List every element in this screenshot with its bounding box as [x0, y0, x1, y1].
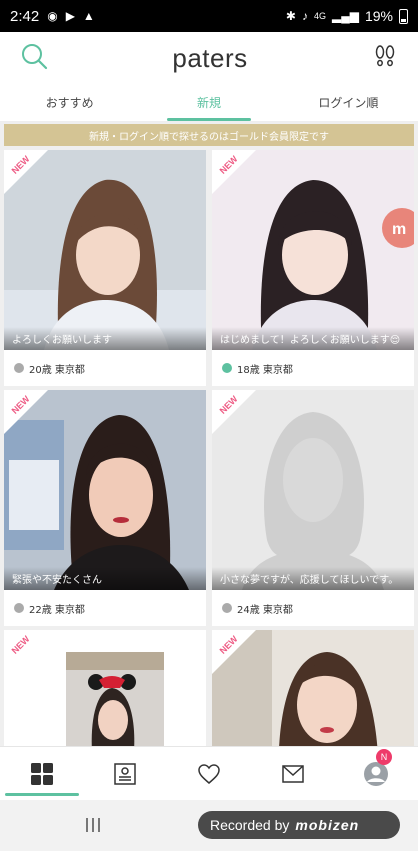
notification-icon: ◉ — [47, 9, 58, 23]
profile-card-icon — [114, 762, 137, 785]
nav-board[interactable] — [84, 747, 168, 800]
recorder-text: Recorded by — [210, 817, 290, 833]
heart-icon — [198, 763, 220, 784]
youtube-icon: ▶ — [65, 9, 75, 23]
user-card[interactable]: NEW 小さな夢ですが、応援してほしいです。 24歳 東京都 — [212, 390, 414, 626]
status-time: 2:42 — [10, 7, 40, 25]
grid-icon — [30, 762, 53, 785]
mobizen-logo: mobizen — [295, 817, 360, 833]
user-info: 24歳 東京都 — [212, 590, 414, 626]
user-card[interactable]: NEW 緊張や不安たくさん 22歳 東京都 — [4, 390, 206, 626]
signal-icon: ▂▄▆ — [332, 9, 359, 23]
tab-new[interactable]: 新規 — [139, 84, 278, 121]
mute-icon: ♪ — [301, 9, 308, 23]
footprints-icon[interactable] — [372, 43, 398, 73]
bluetooth-icon: ✱ — [285, 9, 296, 23]
nav-messages[interactable] — [251, 747, 335, 800]
user-photo: NEW — [4, 630, 206, 746]
user-photo: NEW 緊張や不安たくさん — [4, 390, 206, 590]
app-header: paters — [0, 32, 418, 84]
age-location: 18歳 東京都 — [237, 364, 293, 376]
screen-recorder-badge: Recorded by mobizen — [198, 811, 400, 839]
offline-dot — [14, 363, 24, 373]
user-info: 18歳 東京都 — [212, 350, 414, 386]
age-location: 24歳 東京都 — [237, 604, 293, 616]
user-grid: NEW よろしくお願いします 20歳 東京都 m NEW はじめまして！よろしく… — [4, 150, 414, 746]
nav-search-grid[interactable] — [0, 747, 84, 800]
age-location: 20歳 東京都 — [29, 364, 85, 376]
age-location: 22歳 東京都 — [29, 604, 85, 616]
status-bar: 2:42 ◉ ▶ ▲ ✱ ♪ 4G ▂▄▆ 19% — [0, 0, 418, 32]
user-info: 22歳 東京都 — [4, 590, 206, 626]
gold-member-notice[interactable]: 新規・ログイン順で探せるのはゴールド会員限定です — [4, 124, 414, 146]
offline-dot — [222, 603, 232, 613]
user-photo-placeholder: NEW 小さな夢ですが、応援してほしいです。 — [212, 390, 414, 590]
search-icon[interactable] — [20, 42, 48, 74]
nav-likes[interactable] — [167, 747, 251, 800]
battery-icon — [399, 8, 408, 24]
network-type: 4G — [313, 11, 326, 21]
nav-mypage[interactable]: N — [334, 747, 418, 800]
user-message: はじめまして！よろしくお願いします😌 — [212, 327, 414, 350]
user-card[interactable]: m NEW はじめまして！よろしくお願いします😌 18歳 東京都 — [212, 150, 414, 386]
warning-icon: ▲ — [82, 9, 95, 23]
user-photo: m NEW はじめまして！よろしくお願いします😌 — [212, 150, 414, 350]
notification-badge: N — [375, 749, 392, 765]
battery-percent: 19% — [364, 8, 393, 24]
app-logo: paters — [172, 42, 248, 73]
online-dot — [222, 363, 232, 373]
user-card[interactable]: NEW — [4, 630, 206, 746]
user-message: 小さな夢ですが、応援してほしいです。 — [212, 567, 414, 590]
user-photo: NEW よろしくお願いします — [4, 150, 206, 350]
recent-apps-icon[interactable] — [84, 816, 102, 838]
user-message: よろしくお願いします — [4, 327, 206, 350]
svg-text:m: m — [392, 221, 406, 238]
user-info: 20歳 東京都 — [4, 350, 206, 386]
sort-tabs: おすすめ 新規 ログイン順 — [0, 84, 418, 122]
tab-recommended[interactable]: おすすめ — [0, 84, 139, 121]
user-card[interactable]: NEW — [212, 630, 414, 746]
mail-icon — [281, 764, 304, 783]
user-message: 緊張や不安たくさん — [4, 567, 206, 590]
tab-login-order[interactable]: ログイン順 — [279, 84, 418, 121]
user-card[interactable]: NEW よろしくお願いします 20歳 東京都 — [4, 150, 206, 386]
user-photo: NEW — [212, 630, 414, 746]
bottom-nav: N — [0, 746, 418, 800]
offline-dot — [14, 603, 24, 613]
